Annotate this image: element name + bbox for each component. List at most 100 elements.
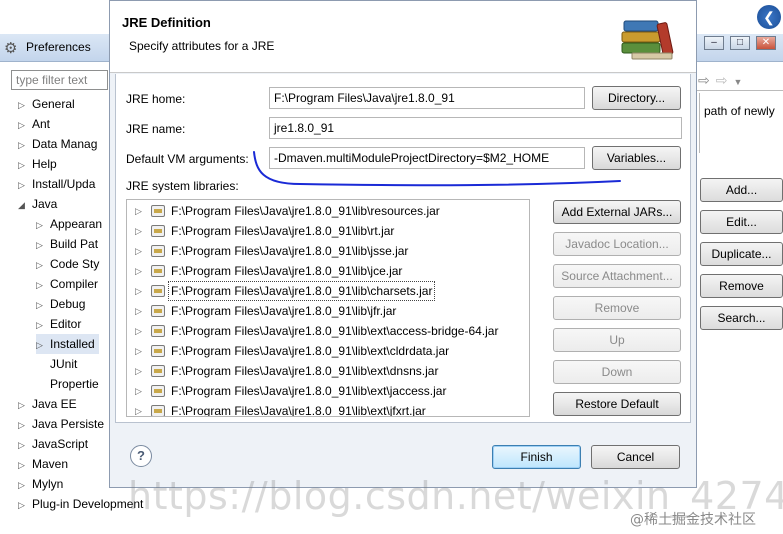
expand-arrow-icon[interactable]: ▷ (18, 95, 32, 115)
library-row[interactable]: ▷ F:\Program Files\Java\jre1.8.0_91\lib\r… (127, 221, 515, 241)
library-path: F:\Program Files\Java\jre1.8.0_91\lib\ex… (171, 404, 426, 417)
remove-jre-button[interactable]: Remove (700, 274, 783, 298)
expand-arrow-icon[interactable]: ▷ (36, 215, 50, 235)
expand-arrow-icon[interactable]: ▷ (135, 241, 142, 261)
add-external-jars-button[interactable]: Add External JARs... (553, 200, 681, 224)
tree-item-label: Java Persiste (32, 417, 105, 431)
tree-item[interactable]: JUnit (36, 354, 77, 374)
tree-item[interactable]: ▷ Appearan (36, 214, 102, 234)
libraries-list[interactable]: ▷ F:\Program Files\Java\jre1.8.0_91\lib\r… (126, 199, 530, 417)
up-button[interactable]: Up (553, 328, 681, 352)
javadoc-location-button[interactable]: Javadoc Location... (553, 232, 681, 256)
library-row[interactable]: ▷ F:\Program Files\Java\jre1.8.0_91\lib\j… (127, 241, 515, 261)
tree-item-label: Installed (50, 337, 95, 351)
tree-item[interactable]: ▷ Java EE (18, 394, 77, 414)
search-jre-button[interactable]: Search... (700, 306, 783, 330)
minimize-button[interactable]: – (704, 36, 724, 50)
expand-arrow-icon[interactable]: ▷ (135, 321, 142, 341)
tree-item[interactable]: ▷ Installed (36, 334, 99, 354)
preferences-title: Preferences (26, 40, 91, 54)
forward-icon[interactable]: ⇨ (716, 72, 728, 88)
library-row[interactable]: ▷ F:\Program Files\Java\jre1.8.0_91\lib\e… (127, 321, 515, 341)
expand-arrow-icon[interactable]: ▷ (36, 275, 50, 295)
close-button[interactable]: ✕ (756, 36, 776, 50)
tree-item[interactable]: ◢ Java (18, 194, 57, 214)
tree-item[interactable]: ▷ Mylyn (18, 474, 63, 494)
expand-arrow-icon[interactable]: ▷ (135, 201, 142, 221)
cancel-button[interactable]: Cancel (591, 445, 680, 469)
filter-input[interactable] (11, 70, 108, 90)
expand-arrow-icon[interactable]: ▷ (135, 301, 142, 321)
library-row[interactable]: ▷ F:\Program Files\Java\jre1.8.0_91\lib\e… (127, 381, 515, 401)
expand-arrow-icon[interactable]: ▷ (135, 361, 142, 381)
back-icon[interactable]: ⇨ (698, 72, 710, 88)
edit-jre-button[interactable]: Edit... (700, 210, 783, 234)
tree-item[interactable]: ▷ Debug (36, 294, 85, 314)
restore-default-button[interactable]: Restore Default (553, 392, 681, 416)
tree-item[interactable]: ▷ Compiler (36, 274, 98, 294)
library-row[interactable]: ▷ F:\Program Files\Java\jre1.8.0_91\lib\j… (127, 301, 515, 321)
tree-item[interactable]: ▷ JavaScript (18, 434, 88, 454)
expand-arrow-icon[interactable]: ▷ (135, 221, 142, 241)
expand-arrow-icon[interactable]: ▷ (135, 281, 142, 301)
expand-arrow-icon[interactable]: ▷ (36, 295, 50, 315)
tree-item[interactable]: ▷ Ant (18, 114, 50, 134)
expand-arrow-icon[interactable]: ▷ (18, 175, 32, 195)
help-icon[interactable]: ? (130, 445, 152, 467)
library-path: F:\Program Files\Java\jre1.8.0_91\lib\ex… (171, 364, 439, 378)
expand-arrow-icon[interactable]: ▷ (135, 381, 142, 401)
tree-item[interactable]: ▷ Java Persiste (18, 414, 104, 434)
expand-arrow-icon[interactable]: ▷ (36, 315, 50, 335)
library-row[interactable]: ▷ F:\Program Files\Java\jre1.8.0_91\lib\e… (127, 401, 515, 417)
tree-item[interactable]: ▷ Help (18, 154, 57, 174)
jre-name-input[interactable]: jre1.8.0_91 (269, 117, 682, 139)
tree-item[interactable]: ▷ Install/Upda (18, 174, 95, 194)
expand-arrow-icon[interactable]: ▷ (18, 495, 32, 515)
tree-item[interactable]: ▷ General (18, 94, 75, 114)
library-row[interactable]: ▷ F:\Program Files\Java\jre1.8.0_91\lib\r… (127, 201, 515, 221)
expand-arrow-icon[interactable]: ◢ (18, 195, 32, 215)
directory-button[interactable]: Directory... (592, 86, 681, 110)
jar-icon (151, 205, 165, 217)
tree-item[interactable]: Propertie (36, 374, 99, 394)
expand-arrow-icon[interactable]: ▷ (36, 255, 50, 275)
library-row[interactable]: ▷ F:\Program Files\Java\jre1.8.0_91\lib\e… (127, 341, 515, 361)
add-jre-button[interactable]: Add... (700, 178, 783, 202)
tree-item[interactable]: ▷ Maven (18, 454, 68, 474)
back-arrow-icon[interactable]: ❮ (757, 5, 781, 29)
expand-arrow-icon[interactable]: ▷ (18, 475, 32, 495)
tree-item[interactable]: ▷ Editor (36, 314, 81, 334)
tree-item-label: Help (32, 157, 57, 171)
expand-arrow-icon[interactable]: ▷ (135, 261, 142, 281)
expand-arrow-icon[interactable]: ▷ (18, 115, 32, 135)
tree-item[interactable]: ▷ Build Pat (36, 234, 98, 254)
tree-item-label: Install/Upda (32, 177, 96, 191)
expand-arrow-icon[interactable]: ▷ (36, 335, 50, 355)
expand-arrow-icon[interactable]: ▷ (135, 341, 142, 361)
tree-item-label: JUnit (50, 357, 78, 371)
finish-button[interactable]: Finish (492, 445, 581, 469)
maximize-button[interactable]: □ (730, 36, 750, 50)
tree-item[interactable]: ▷ Plug-in Development (18, 494, 143, 514)
expand-arrow-icon[interactable]: ▷ (135, 401, 142, 416)
tree-item[interactable]: ▷ Data Manag (18, 134, 97, 154)
jre-home-input[interactable]: F:\Program Files\Java\jre1.8.0_91 (269, 87, 585, 109)
expand-arrow-icon[interactable]: ▷ (18, 415, 32, 435)
duplicate-jre-button[interactable]: Duplicate... (700, 242, 783, 266)
tree-item[interactable]: ▷ Code Sty (36, 254, 99, 274)
library-row[interactable]: ▷ F:\Program Files\Java\jre1.8.0_91\lib\e… (127, 361, 515, 381)
expand-arrow-icon[interactable]: ▷ (18, 395, 32, 415)
expand-arrow-icon[interactable]: ▷ (18, 155, 32, 175)
remove-library-button[interactable]: Remove (553, 296, 681, 320)
library-row[interactable]: ▷ F:\Program Files\Java\jre1.8.0_91\lib\j… (127, 261, 515, 281)
down-button[interactable]: Down (553, 360, 681, 384)
library-row[interactable]: ▷ F:\Program Files\Java\jre1.8.0_91\lib\c… (127, 281, 515, 301)
expand-arrow-icon[interactable]: ▷ (36, 235, 50, 255)
expand-arrow-icon[interactable]: ▷ (18, 455, 32, 475)
expand-arrow-icon[interactable]: ▷ (18, 135, 32, 155)
vm-args-input[interactable]: -Dmaven.multiModuleProjectDirectory=$M2_… (269, 147, 585, 169)
chevron-down-icon[interactable]: ▼ (733, 77, 742, 87)
expand-arrow-icon[interactable]: ▷ (18, 435, 32, 455)
source-attachment-button[interactable]: Source Attachment... (553, 264, 681, 288)
variables-button[interactable]: Variables... (592, 146, 681, 170)
